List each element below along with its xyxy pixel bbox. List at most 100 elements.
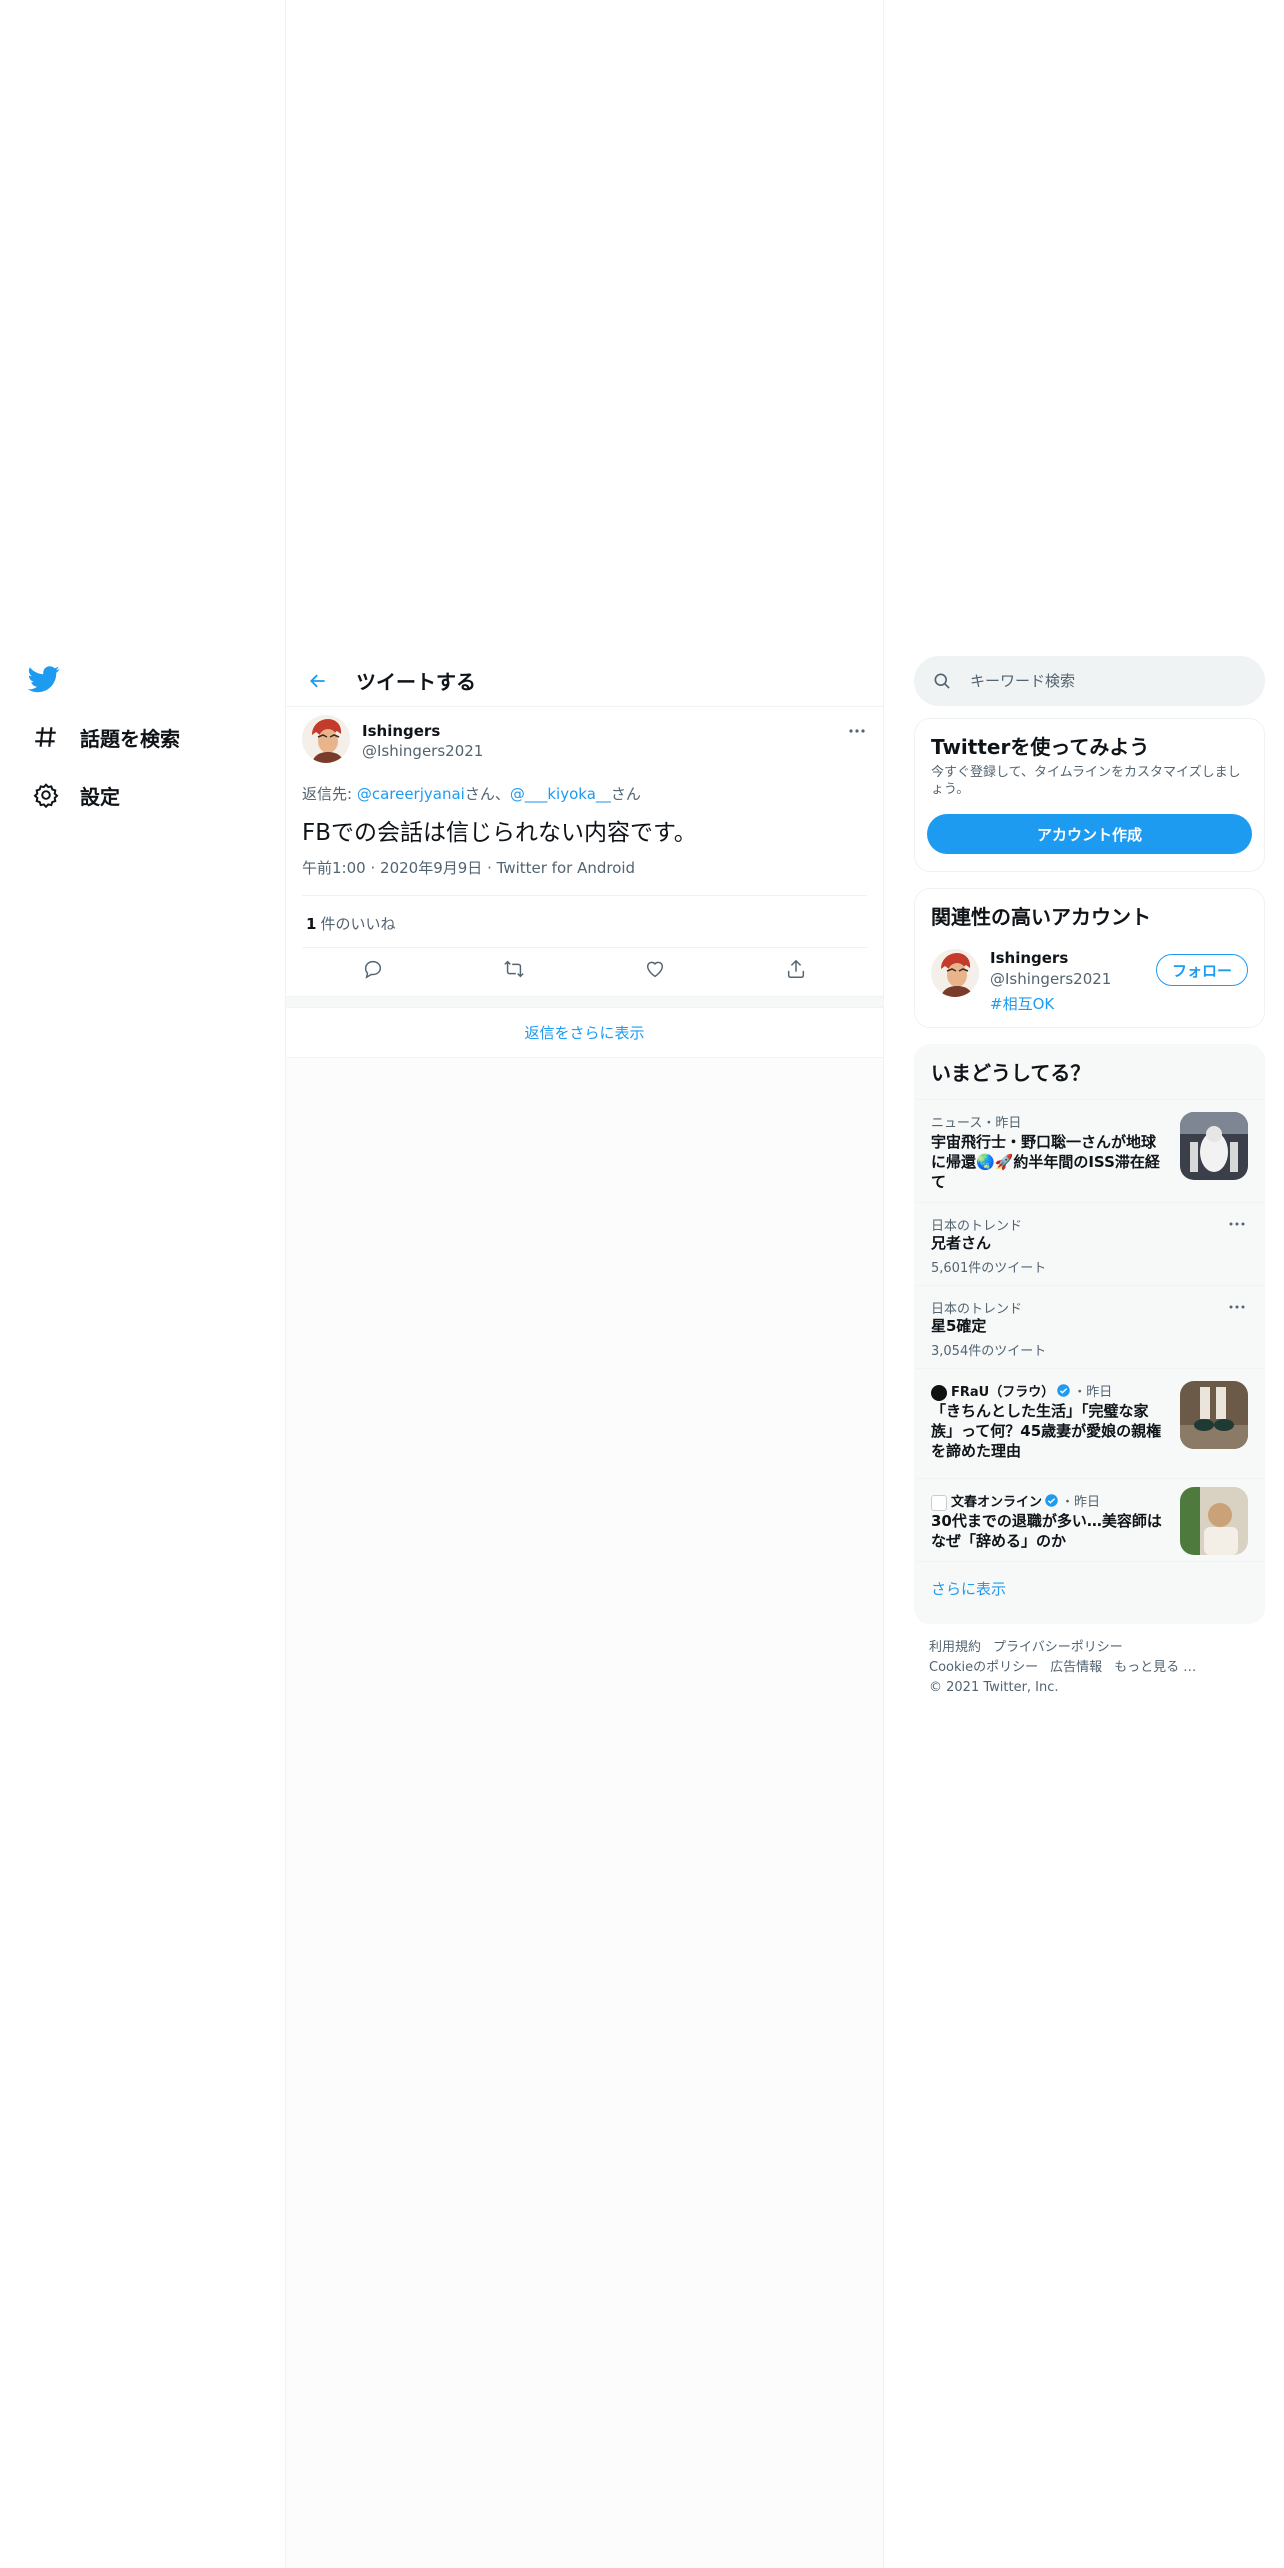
more-options-icon[interactable]	[1226, 1215, 1248, 1233]
trend-title: 星5確定	[931, 1317, 987, 1335]
trend-source-line: 文春オンライン ・昨日	[931, 1491, 1100, 1512]
search-icon	[932, 671, 952, 691]
tweet-client[interactable]: Twitter for Android	[497, 859, 635, 877]
trends-title: いまどうしてる？	[931, 1061, 1091, 1085]
trend-time: ・昨日	[1073, 1385, 1113, 1400]
tweet-time[interactable]: 午前1:00	[302, 859, 366, 877]
hashtag-link[interactable]: #相互OK	[990, 993, 1054, 1014]
author-handle[interactable]: @Ishingers2021	[362, 742, 483, 760]
trend-tweet-count: 3,054件のツイート	[931, 1344, 1047, 1359]
bunshun-logo-icon	[931, 1494, 947, 1511]
create-account-button[interactable]: アカウント作成	[927, 814, 1252, 854]
trend-tweet-count: 5,601件のツイート	[931, 1261, 1047, 1276]
footer-link-privacy[interactable]: プライバシーポリシー	[993, 1640, 1123, 1655]
trend-title-line: 族」って何？45歳妻が愛娘の親権	[931, 1422, 1162, 1440]
trend-title: 宇宙飛行士・野口聡一さんが地球 に帰還🌏🚀約半年間のISS滞在経 て	[931, 1132, 1160, 1192]
trend-category: 日本のトレンド	[931, 1219, 1023, 1234]
search-box[interactable]	[914, 656, 1265, 706]
footer-link-more[interactable]: もっと見る …	[1114, 1660, 1196, 1675]
trend-title-line: 宇宙飛行士・野口聡一さんが地球	[931, 1133, 1157, 1151]
tweet-date[interactable]: 2020年9月9日	[380, 859, 482, 877]
tweet-meta: 午前1:00 · 2020年9月9日 · Twitter for Android	[302, 857, 635, 878]
trend-thumbnail	[1180, 1112, 1248, 1180]
meta-separator: ·	[370, 859, 376, 877]
verified-badge-icon	[1044, 1493, 1059, 1512]
trend-thumbnail	[1180, 1487, 1248, 1555]
signup-card: Twitterを使ってみよう 今すぐ登録して、タイムラインをカスタマイズしましょ…	[914, 718, 1265, 872]
author-name[interactable]: Ishingers	[362, 722, 440, 740]
relevant-accounts-card: 関連性の高いアカウント Ishingers @Ishingers2021 #相互…	[914, 888, 1265, 1028]
divider	[302, 895, 867, 896]
retweet-icon[interactable]	[496, 952, 532, 986]
trend-title-line: なぜ「辞める」のか	[931, 1532, 1067, 1550]
trend-source: 文春オンライン	[951, 1495, 1043, 1510]
footer-link-terms[interactable]: 利用規約	[929, 1640, 981, 1655]
reply-suffix-2: さん	[610, 785, 641, 803]
like-icon[interactable]	[637, 952, 673, 986]
follow-button[interactable]: フォロー	[1156, 954, 1248, 986]
trend-title-line: に帰還🌏🚀約半年間のISS滞在経	[931, 1153, 1160, 1171]
trend-time: ・昨日	[1061, 1495, 1101, 1510]
trends-card: いまどうしてる？ ニュース・昨日 宇宙飛行士・野口聡一さんが地球 に帰還🌏🚀約半…	[914, 1044, 1265, 1624]
show-more-trends-link[interactable]: さらに表示	[931, 1578, 1006, 1599]
avatar[interactable]	[302, 715, 350, 763]
footer-link-cookie[interactable]: Cookieのポリシー	[929, 1660, 1038, 1675]
nav-item-explore[interactable]: 話題を検索	[30, 712, 180, 762]
reply-prefix: 返信先:	[302, 785, 357, 803]
nav-label-settings: 設定	[80, 784, 120, 809]
frau-logo-icon	[931, 1384, 947, 1401]
more-options-icon[interactable]	[1226, 1298, 1248, 1316]
trend-item[interactable]: ニュース・昨日 宇宙飛行士・野口聡一さんが地球 に帰還🌏🚀約半年間のISS滞在経…	[915, 1099, 1264, 1202]
reply-user-link-1[interactable]: @careerjyanai	[357, 785, 465, 803]
tweet-actions	[302, 952, 867, 986]
like-count-number: 1	[306, 915, 317, 933]
reply-user-link-2[interactable]: @___kiyoka__	[510, 785, 611, 803]
nav-item-settings[interactable]: 設定	[30, 770, 120, 820]
recommended-account-name[interactable]: Ishingers	[990, 949, 1068, 967]
twitter-logo-icon[interactable]	[27, 663, 64, 699]
gear-icon	[30, 779, 62, 811]
trend-title-line: を諦めた理由	[931, 1442, 1022, 1460]
trend-item[interactable]: 文春オンライン ・昨日 30代までの退職が多い…美容師は なぜ「辞める」のか	[915, 1478, 1264, 1561]
nav-label-explore: 話題を検索	[80, 726, 180, 751]
avatar[interactable]	[931, 949, 979, 997]
verified-badge-icon	[1056, 1383, 1071, 1402]
tweet-header: ツイートする	[286, 655, 883, 707]
trend-title-line: て	[931, 1173, 947, 1191]
relevant-accounts-title: 関連性の高いアカウント	[931, 905, 1151, 929]
trend-source: FRaU（フラウ）	[951, 1385, 1055, 1400]
meta-separator: ·	[487, 859, 492, 877]
footer-link-ads[interactable]: 広告情報	[1050, 1660, 1102, 1675]
like-count-label: 件のいいね	[320, 915, 396, 933]
trend-title: 「きちんとした生活」「完璧な家 族」って何？45歳妻が愛娘の親権 を諦めた理由	[931, 1401, 1161, 1461]
divider	[302, 947, 867, 948]
trend-item[interactable]: FRaU（フラウ） ・昨日 「きちんとした生活」「完璧な家 族」って何？45歳妻が…	[915, 1368, 1264, 1478]
tweet-text: FBでの会話は信じられない内容です。	[302, 820, 697, 846]
reply-to-line: 返信先: @careerjyanaiさん、@___kiyoka__さん	[302, 783, 641, 804]
signup-title: Twitterを使ってみよう	[931, 735, 1150, 759]
trend-category: ニュース・昨日	[931, 1116, 1022, 1131]
search-input[interactable]	[970, 672, 1230, 690]
reply-icon[interactable]	[355, 952, 391, 986]
main-top-spacer	[286, 0, 883, 655]
trend-item[interactable]: 日本のトレンド 兄者さん 5,601件のツイート	[915, 1202, 1264, 1285]
section-gap	[286, 996, 883, 1008]
share-icon[interactable]	[778, 952, 814, 986]
footer-copyright: © 2021 Twitter, Inc.	[929, 1680, 1059, 1695]
trend-thumbnail	[1180, 1381, 1248, 1449]
trend-source-line: FRaU（フラウ） ・昨日	[931, 1381, 1112, 1402]
show-more-replies-link[interactable]: 返信をさらに表示	[286, 1008, 883, 1058]
trend-title: 兄者さん	[931, 1234, 992, 1252]
trend-item[interactable]: 日本のトレンド 星5確定 3,054件のツイート	[915, 1285, 1264, 1368]
footer: 利用規約 プライバシーポリシー Cookieのポリシー 広告情報 もっと見る … © …	[929, 1638, 1259, 1698]
left-nav: 話題を検索 設定	[0, 0, 284, 2568]
recommended-account-handle[interactable]: @Ishingers2021	[990, 970, 1111, 988]
likes-count[interactable]: 1 件のいいね	[306, 913, 395, 934]
more-options-icon[interactable]	[845, 721, 869, 741]
trend-title-line: 30代までの退職が多い…美容師は	[931, 1512, 1162, 1530]
show-more-row[interactable]: さらに表示	[915, 1561, 1264, 1625]
trend-category: 日本のトレンド	[931, 1302, 1023, 1317]
hashtag-icon	[30, 721, 62, 753]
main-column: ツイートする Ishingers @Ishingers2021 返信先: @ca…	[285, 0, 884, 2568]
back-arrow-icon[interactable]	[298, 661, 338, 701]
